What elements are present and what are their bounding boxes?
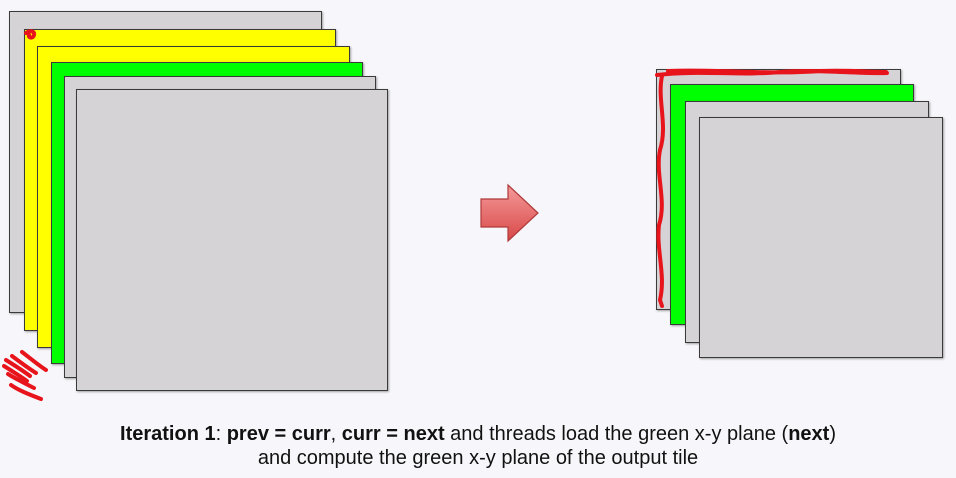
iteration-label: Iteration 1	[120, 423, 216, 445]
scribble-mark	[2, 364, 29, 383]
output-plane	[699, 117, 943, 358]
scribble-mark	[10, 354, 38, 375]
arrow-right-icon	[478, 182, 542, 249]
caption: Iteration 1: prev = curr, curr = next an…	[0, 422, 956, 470]
assignment-prev-curr: prev = curr	[226, 423, 331, 445]
next-keyword: next	[788, 423, 830, 445]
scribble-mark	[20, 350, 48, 372]
scribble-mark	[4, 358, 32, 378]
caption-line-1: Iteration 1: prev = curr, curr = next an…	[120, 423, 836, 445]
scribble-mark	[6, 372, 36, 390]
input-plane	[76, 89, 388, 391]
assignment-curr-next: curr = next	[341, 423, 445, 445]
caption-line-2: and compute the green x-y plane of the o…	[257, 447, 699, 469]
scribble-mark	[9, 383, 43, 401]
diagram: Iteration 1: prev = curr, curr = next an…	[0, 0, 956, 478]
